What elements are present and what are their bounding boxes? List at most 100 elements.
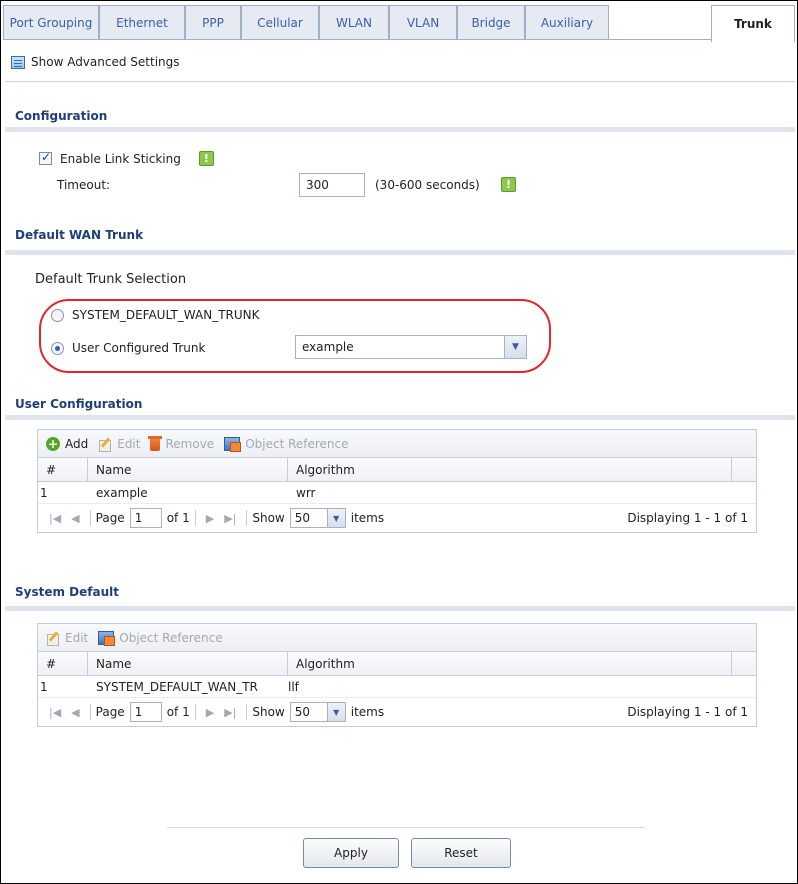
chevron-down-icon[interactable]: ▼ xyxy=(326,509,345,527)
tab-port-grouping[interactable]: Port Grouping xyxy=(3,5,99,39)
divider xyxy=(5,81,795,82)
items-per-page-value: 50 xyxy=(294,705,311,719)
tab-ethernet[interactable]: Ethernet xyxy=(99,5,185,39)
timeout-label: Timeout: xyxy=(57,178,111,192)
table-header: # Name Algorithm xyxy=(38,458,756,482)
enable-link-sticking-checkbox[interactable] xyxy=(39,150,52,165)
trash-icon xyxy=(148,435,163,451)
divider xyxy=(246,704,248,720)
items-per-page-value: 50 xyxy=(294,511,311,525)
row-algorithm: wrr xyxy=(296,485,316,500)
system-trunk-table: Edit Object Reference # Name Algorithm 1… xyxy=(37,623,757,727)
row-number: 1 xyxy=(40,679,48,694)
tab-bar: Port Grouping Ethernet PPP Cellular WLAN… xyxy=(3,3,795,42)
items-label: items xyxy=(350,511,385,525)
edit-button[interactable]: Edit xyxy=(98,437,140,452)
system-default-title: System Default xyxy=(15,585,119,599)
tab-trunk[interactable]: Trunk xyxy=(711,5,795,42)
previous-page-icon[interactable]: ◀ xyxy=(66,706,84,719)
section-divider xyxy=(5,415,795,420)
column-header-number[interactable]: # xyxy=(38,652,88,675)
show-advanced-settings-label: Show Advanced Settings xyxy=(31,55,180,69)
column-header-algorithm[interactable]: Algorithm xyxy=(288,652,732,675)
divider xyxy=(89,510,91,526)
trunk-settings-page: Port Grouping Ethernet PPP Cellular WLAN… xyxy=(0,0,798,884)
object-reference-icon xyxy=(98,630,116,646)
show-advanced-settings-link[interactable]: Show Advanced Settings xyxy=(11,55,180,69)
object-reference-label: Object Reference xyxy=(245,436,349,451)
object-reference-label: Object Reference xyxy=(119,630,223,645)
column-header-algorithm[interactable]: Algorithm xyxy=(288,458,732,481)
pagination-bar: |◀ ◀ Page 1 of 1 ▶ ▶| Show 50 ▼ items Di… xyxy=(38,504,756,532)
pagination-bar: |◀ ◀ Page 1 of 1 ▶ ▶| Show 50 ▼ items Di… xyxy=(38,698,756,726)
object-reference-button[interactable]: Object Reference xyxy=(98,630,223,646)
tab-underline xyxy=(3,39,711,40)
page-number-input[interactable]: 1 xyxy=(129,508,162,528)
object-reference-icon xyxy=(224,436,242,452)
user-table-toolbar: + Add Edit Remove Object Reference xyxy=(38,430,756,458)
add-icon: + xyxy=(46,436,60,451)
column-header-name[interactable]: Name xyxy=(88,458,288,481)
row-number: 1 xyxy=(40,485,48,500)
default-wan-trunk-title: Default WAN Trunk xyxy=(15,228,144,242)
section-divider xyxy=(5,606,795,611)
tab-vlan[interactable]: VLAN xyxy=(389,5,457,39)
divider xyxy=(167,827,645,828)
divider xyxy=(194,510,196,526)
add-button[interactable]: + Add xyxy=(46,436,88,451)
chevron-down-icon[interactable]: ▼ xyxy=(326,703,345,721)
system-table-toolbar: Edit Object Reference xyxy=(38,624,756,652)
reset-button[interactable]: Reset xyxy=(411,838,511,868)
items-per-page-select[interactable]: 50 ▼ xyxy=(289,508,346,528)
items-per-page-select[interactable]: 50 ▼ xyxy=(289,702,346,722)
edit-label: Edit xyxy=(65,630,89,645)
items-label: items xyxy=(350,705,385,719)
table-icon xyxy=(11,55,25,69)
user-configuration-title: User Configuration xyxy=(15,397,143,411)
next-page-icon[interactable]: ▶ xyxy=(201,706,219,719)
highlight-annotation xyxy=(39,299,551,373)
page-count: of 1 xyxy=(166,511,190,525)
table-row[interactable]: 1 SYSTEM_DEFAULT_WAN_TR llf xyxy=(38,676,756,698)
page-count: of 1 xyxy=(166,705,190,719)
apply-button[interactable]: Apply xyxy=(303,838,399,868)
first-page-icon[interactable]: |◀ xyxy=(44,512,66,525)
divider xyxy=(246,510,248,526)
object-reference-button[interactable]: Object Reference xyxy=(224,436,349,452)
show-label: Show xyxy=(252,511,285,525)
tab-ppp[interactable]: PPP xyxy=(185,5,241,39)
page-label: Page xyxy=(95,511,125,525)
tab-auxiliary[interactable]: Auxiliary xyxy=(525,5,609,39)
column-header-name[interactable]: Name xyxy=(88,652,288,675)
remove-button[interactable]: Remove xyxy=(148,435,215,451)
first-page-icon[interactable]: |◀ xyxy=(44,706,66,719)
edit-icon xyxy=(46,631,60,646)
edit-icon xyxy=(98,437,112,452)
edit-button[interactable]: Edit xyxy=(46,630,89,646)
timeout-hint: (30-600 seconds) xyxy=(375,178,480,192)
section-divider xyxy=(5,127,795,132)
tab-cellular[interactable]: Cellular xyxy=(241,5,319,39)
row-algorithm: llf xyxy=(288,679,299,694)
warning-icon: ! xyxy=(501,177,516,192)
table-row[interactable]: 1 example wrr xyxy=(38,482,756,504)
enable-link-sticking-row: Enable Link Sticking ! xyxy=(39,150,214,166)
next-page-icon[interactable]: ▶ xyxy=(201,512,219,525)
page-number-input[interactable]: 1 xyxy=(129,702,162,722)
last-page-icon[interactable]: ▶| xyxy=(219,512,241,525)
column-header-number[interactable]: # xyxy=(38,458,88,481)
displaying-count: Displaying 1 - 1 of 1 xyxy=(627,705,748,719)
divider xyxy=(194,704,196,720)
configuration-title: Configuration xyxy=(15,109,108,123)
row-name: SYSTEM_DEFAULT_WAN_TR xyxy=(96,679,258,694)
tab-wlan[interactable]: WLAN xyxy=(319,5,389,39)
last-page-icon[interactable]: ▶| xyxy=(219,706,241,719)
table-header: # Name Algorithm xyxy=(38,652,756,676)
enable-link-sticking-label: Enable Link Sticking xyxy=(60,151,181,166)
tab-bridge[interactable]: Bridge xyxy=(457,5,525,39)
timeout-input[interactable]: 300 xyxy=(299,173,365,197)
row-name: example xyxy=(96,485,148,500)
remove-label: Remove xyxy=(165,436,215,451)
previous-page-icon[interactable]: ◀ xyxy=(66,512,84,525)
default-trunk-selection-label: Default Trunk Selection xyxy=(35,272,187,287)
